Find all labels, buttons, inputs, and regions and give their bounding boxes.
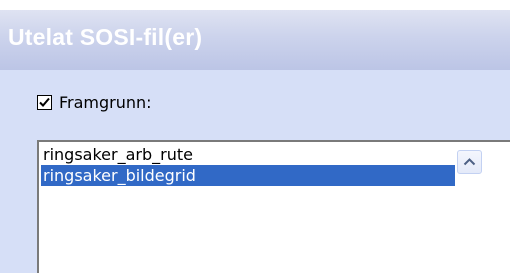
window-title: Utelat SOSI-fil(er)	[8, 24, 203, 50]
sosi-file-list[interactable]: ringsaker_arb_rute ringsaker_bildegrid	[37, 140, 510, 273]
title-bar[interactable]: Utelat SOSI-fil(er)	[0, 10, 510, 70]
framgrunn-checkbox[interactable]	[37, 95, 52, 110]
vertical-scrollbar[interactable]	[457, 142, 510, 273]
list-item-ringsaker-bildegrid[interactable]: ringsaker_bildegrid	[41, 165, 455, 186]
check-icon	[39, 97, 50, 107]
framgrunn-label[interactable]: Framgrunn:	[59, 93, 152, 112]
scroll-up-button[interactable]	[457, 150, 482, 174]
dialog-window: Utelat SOSI-fil(er) Framgrunn: ringsaker…	[0, 0, 510, 273]
dialog-panel: Framgrunn: ringsaker_arb_rute ringsaker_…	[0, 70, 510, 273]
list-item-ringsaker-arb-rute[interactable]: ringsaker_arb_rute	[41, 144, 455, 165]
chevron-up-icon	[463, 158, 476, 166]
